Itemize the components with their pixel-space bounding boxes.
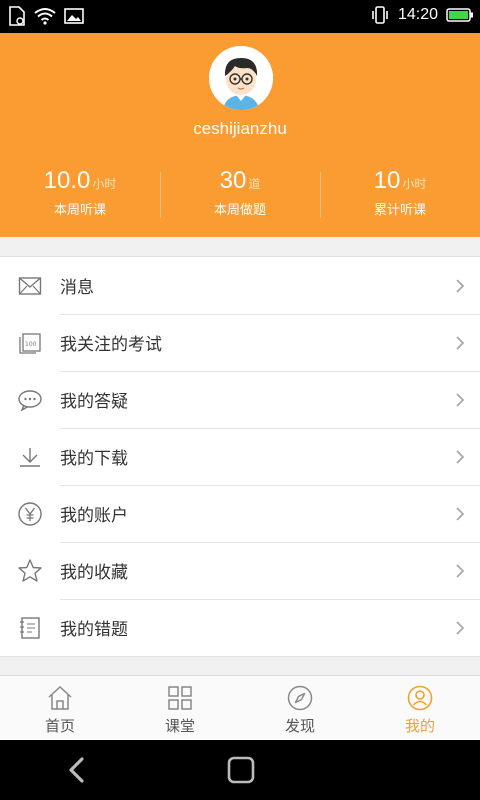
grid-icon [168, 686, 192, 710]
envelope-icon [18, 276, 42, 295]
menu-item-my-qa[interactable]: 我的答疑 [0, 371, 480, 428]
image-icon [64, 8, 84, 24]
stat-unit: 小时 [92, 177, 117, 191]
menu-list: 消息 100 我关注的考试 我的答疑 我的下载 我的账户 我的收藏 我的错题 [0, 256, 480, 657]
menu-item-favorites[interactable]: 我的收藏 [0, 542, 480, 599]
yen-icon [18, 501, 42, 526]
clock-text: 14:20 [397, 6, 438, 23]
svg-text:100: 100 [25, 341, 37, 348]
bottom-tab-bar: 首页 课堂 发现 我的 [0, 675, 480, 740]
avatar-illustration [209, 46, 273, 110]
stat-weekly-questions[interactable]: 30 道 本周做题 [160, 166, 320, 222]
chevron-right-icon [456, 620, 465, 635]
menu-item-followed-exams[interactable]: 100 我关注的考试 [0, 314, 480, 371]
chevron-right-icon [456, 563, 465, 578]
stat-unit: 小时 [402, 177, 427, 191]
tab-home[interactable]: 首页 [0, 676, 120, 740]
chevron-right-icon [456, 449, 465, 464]
username: ceshijianzhu [193, 119, 287, 138]
tab-label: 课堂 [164, 717, 195, 735]
error-book-icon [20, 616, 40, 639]
chevron-right-icon [456, 392, 465, 407]
stat-weekly-listening[interactable]: 10.0 小时 本周听课 [0, 166, 160, 222]
back-icon[interactable] [62, 754, 92, 786]
chevron-right-icon [456, 278, 465, 293]
wifi-icon [34, 8, 56, 25]
menu-item-label: 消息 [60, 278, 94, 298]
menu-item-label: 我的下载 [60, 449, 128, 469]
stat-total-listening[interactable]: 10 小时 累计听课 [320, 166, 480, 222]
status-bar: 14:20 [0, 0, 480, 33]
tab-label: 首页 [44, 717, 75, 735]
menu-item-messages[interactable]: 消息 [0, 257, 480, 314]
profile-header: ceshijianzhu 10.0 小时 本周听课 30 道 本周做题 10 小时 累… [0, 33, 480, 237]
menu-item-label: 我的答疑 [60, 392, 128, 412]
tab-label: 发现 [284, 717, 315, 735]
stat-label: 本周听课 [53, 203, 106, 218]
download-icon [20, 447, 40, 467]
stat-label: 累计听课 [373, 203, 426, 218]
menu-item-label: 我的收藏 [60, 563, 128, 583]
avatar[interactable] [209, 46, 273, 110]
tab-mine[interactable]: 我的 [360, 676, 480, 740]
stat-unit: 道 [248, 177, 261, 191]
vibrate-icon [372, 6, 388, 24]
chat-bubble-icon [18, 389, 42, 411]
stat-value: 10 [373, 167, 401, 194]
system-nav-bar [0, 740, 480, 800]
chevron-right-icon [456, 506, 465, 521]
sim-lock-icon [9, 6, 25, 26]
menu-item-label: 我的账户 [60, 506, 128, 526]
compass-icon [287, 685, 313, 711]
tab-discover[interactable]: 发现 [240, 676, 360, 740]
tab-label: 我的 [404, 717, 435, 735]
stat-value: 30 [219, 167, 247, 194]
menu-item-wrong-questions[interactable]: 我的错题 [0, 599, 480, 656]
tab-classroom[interactable]: 课堂 [120, 676, 240, 740]
exam-icon: 100 [19, 332, 41, 354]
menu-item-label: 我的错题 [60, 620, 128, 640]
stat-label: 本周做题 [213, 203, 266, 218]
menu-item-account[interactable]: 我的账户 [0, 485, 480, 542]
home-button-icon[interactable] [226, 755, 256, 785]
chevron-right-icon [456, 335, 465, 350]
stats-row: 10.0 小时 本周听课 30 道 本周做题 10 小时 累计听课 [0, 166, 480, 222]
menu-item-label: 我关注的考试 [60, 335, 162, 355]
menu-item-downloads[interactable]: 我的下载 [0, 428, 480, 485]
star-icon [18, 558, 42, 582]
battery-icon [446, 8, 473, 22]
home-icon [48, 685, 72, 710]
stat-value: 10.0 [43, 167, 91, 194]
user-icon [407, 685, 433, 711]
